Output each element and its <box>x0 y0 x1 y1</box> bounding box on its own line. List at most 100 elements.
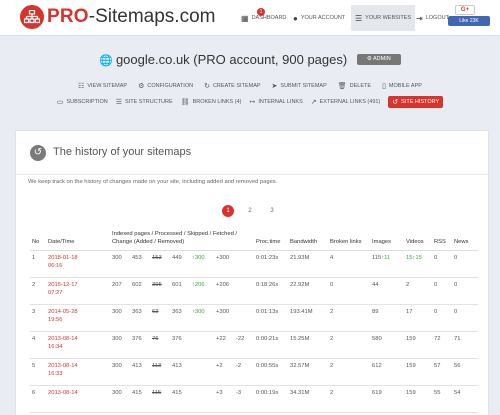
row-news: 0 <box>452 304 478 332</box>
row-time[interactable]: 19:56 <box>48 317 63 323</box>
list-icon: ☰ <box>115 98 122 106</box>
menu-label: CONFIGURATION <box>147 82 194 89</box>
broken-link-icon: ⛓ <box>180 98 190 106</box>
menu-create-sitemap[interactable]: ↻ CREATE SITEMAP <box>204 80 260 91</box>
row-datetime[interactable]: 2013-08-14 <box>46 385 110 413</box>
row-added: +206 <box>216 282 230 288</box>
row-time[interactable]: 07:27 <box>48 290 63 296</box>
menu-mobile-app[interactable]: ▯ MOBILE APP <box>382 80 422 91</box>
row-no: 4 <box>30 331 46 359</box>
row-removed: -22 <box>236 336 245 342</box>
menu-label: BROKEN LINKS (4) <box>192 98 242 105</box>
row-proc: 0:01:13s <box>254 304 288 332</box>
card-title: The history of your sitemaps <box>53 146 192 158</box>
row-rss: 55 <box>432 385 452 413</box>
menu-site-history[interactable]: ↺ SITE HISTORY <box>388 96 444 108</box>
row-videos-count: 159 <box>406 390 416 396</box>
row-change: ↑300 <box>192 309 205 315</box>
row-skipped: 63 <box>152 309 159 315</box>
menu-configuration[interactable]: ⚙ CONFIGURATION <box>138 80 193 91</box>
menu-label: EXTERNAL LINKS (491) <box>319 98 381 105</box>
menu-submit-sitemap[interactable]: ➤ SUBMIT SITEMAP <box>272 80 327 91</box>
menu-internal-links[interactable]: ↦ INTERNAL LINKS <box>249 96 302 107</box>
nav-logout[interactable]: ⇥ LOGOUT <box>416 8 449 28</box>
row-time[interactable]: 16:34 <box>48 344 63 350</box>
row-datetime[interactable]: 2015-12-17 07:27 <box>46 277 110 305</box>
row-videos: 159 <box>404 358 432 386</box>
row-videos: 2 <box>404 277 432 305</box>
row-fetched: 601 <box>172 282 182 288</box>
page-3[interactable]: 3 <box>266 205 278 217</box>
menu-external-links[interactable]: ↗ EXTERNAL LINKS (491) <box>311 96 381 107</box>
admin-button-label: ADMIN <box>373 56 391 63</box>
nav-dashboard-label: DASHBOARD <box>251 15 287 21</box>
row-processed: 453 <box>132 255 142 261</box>
row-date[interactable]: 2018-01-18 <box>48 255 78 261</box>
nav-websites[interactable]: ☰ YOUR WEBSITES <box>351 5 416 31</box>
row-fetched: 449 <box>172 255 182 261</box>
row-videos: 17 <box>404 304 432 332</box>
row-indexed-count: 300 <box>112 309 122 315</box>
col-indexed: Indexed pages / Processed / Skipped / Fe… <box>110 229 254 251</box>
site-menu-row-2: ▭ SUBSCRIPTION ☰ SITE STRUCTURE ⛓ BROKEN LI… <box>0 96 500 108</box>
row-images: 619 <box>370 385 404 413</box>
row-images-count: 619 <box>372 390 382 396</box>
row-no: 6 <box>30 385 46 413</box>
page-2[interactable]: 2 <box>244 205 256 217</box>
row-removed: -2 <box>236 363 242 369</box>
row-rss: 0 <box>432 277 452 305</box>
nav-account[interactable]: ● YOUR ACCOUNT <box>293 8 345 28</box>
row-datetime[interactable]: 2018-01-18 06:16 <box>46 250 110 278</box>
admin-button[interactable]: ⚙ ADMIN <box>356 54 401 66</box>
row-datetime[interactable]: 2013-08-14 16:33 <box>46 358 110 386</box>
history-icon: ↺ <box>30 145 46 161</box>
row-proc: 0:00:55s <box>254 358 288 386</box>
menu-view-sitemap[interactable]: ☷ VIEW SITEMAP <box>78 80 127 91</box>
row-fetched: 415 <box>172 390 182 396</box>
row-date[interactable]: 2013-08-14 <box>48 363 78 369</box>
row-indexed: 300 453 153 449 ↑300 +300 <box>110 250 254 278</box>
row-date[interactable]: 2014-05-28 <box>48 309 78 315</box>
nav-account-label: YOUR ACCOUNT <box>300 15 346 21</box>
menu-label: SUBSCRIPTION <box>66 98 108 105</box>
menu-delete[interactable]: 🗑 DELETE <box>338 80 371 91</box>
row-time[interactable]: 06:16 <box>48 263 63 269</box>
page-1[interactable]: 1 <box>222 205 234 217</box>
row-date[interactable]: 2013-08-14 <box>48 390 78 396</box>
row-indexed: 300 363 63 363 ↑300 +300 <box>110 304 254 332</box>
row-skipped: 115 <box>152 390 162 396</box>
row-skipped: 395 <box>152 282 162 288</box>
list-icon: ☷ <box>78 82 85 90</box>
row-datetime[interactable]: 2014-05-28 19:56 <box>46 304 110 332</box>
row-change <box>192 335 210 343</box>
row-datetime[interactable]: 2013-08-14 16:34 <box>46 331 110 359</box>
row-date[interactable]: 2013-08-14 <box>48 336 78 342</box>
mobile-icon: ▯ <box>382 82 386 90</box>
row-videos-count: 159 <box>406 336 416 342</box>
row-videos-change: ↑15 <box>412 255 422 261</box>
row-fetched: 413 <box>172 363 182 369</box>
row-processed: 413 <box>132 363 142 369</box>
row-fetched: 363 <box>172 309 182 315</box>
row-date[interactable]: 2015-12-17 <box>48 282 78 288</box>
row-time[interactable]: 16:33 <box>48 371 63 377</box>
col-news: News <box>452 229 478 251</box>
google-plus-button[interactable]: G+ <box>455 5 475 15</box>
col-datetime: Date/Time <box>46 229 110 251</box>
row-bandwidth: 22.92M <box>288 277 328 305</box>
row-images-count: 89 <box>372 309 379 315</box>
nav-logout-label: LOGOUT <box>425 15 449 21</box>
facebook-like-button[interactable]: Like 23K <box>448 16 490 26</box>
menu-label: SUBMIT SITEMAP <box>280 82 327 89</box>
menu-broken-links[interactable]: ⛓ BROKEN LINKS (4) <box>181 96 242 107</box>
site-title-row: 🌐 google.co.uk (PRO account, 900 pages) ⚙… <box>0 52 500 67</box>
col-images: Images <box>370 229 404 251</box>
logo[interactable]: PRO -Sitemaps.com <box>20 5 215 29</box>
gear-icon: ⚙ <box>138 82 145 90</box>
menu-site-structure[interactable]: ☰ SITE STRUCTURE <box>116 96 173 107</box>
row-skipped: 153 <box>152 255 162 261</box>
row-skipped: 113 <box>152 363 162 369</box>
row-indexed-count: 300 <box>112 336 122 342</box>
card-icon: ▭ <box>56 98 64 106</box>
menu-subscription[interactable]: ▭ SUBSCRIPTION <box>57 96 108 107</box>
